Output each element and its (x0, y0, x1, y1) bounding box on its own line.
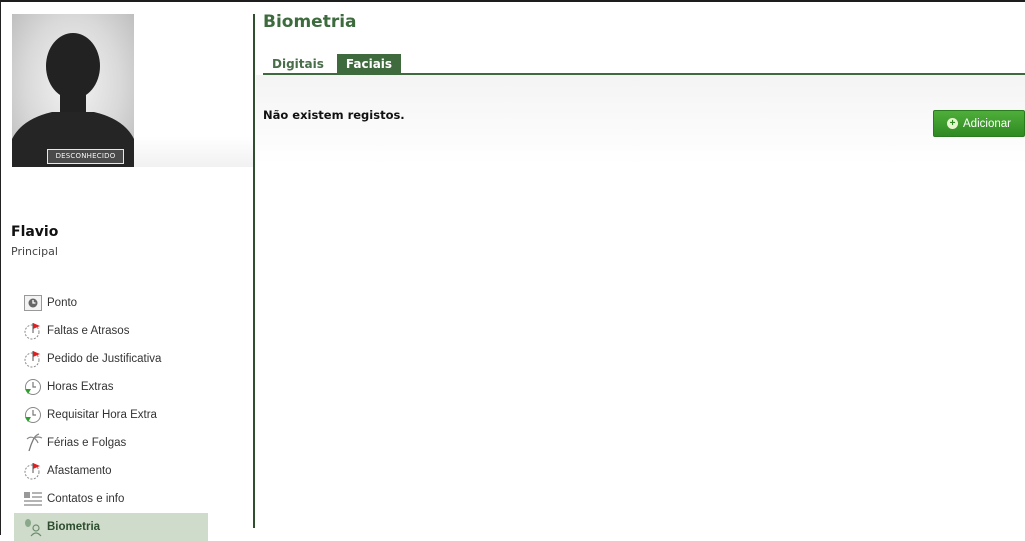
sidebar-item-label: Afastamento (47, 465, 112, 477)
sidebar-item-horas-extras[interactable]: Horas Extras (14, 373, 208, 401)
sidebar-item-ferias-e-folgas[interactable]: Férias e Folgas (14, 429, 208, 457)
contact-list-icon (23, 489, 43, 509)
user-name: Flavio (11, 224, 59, 240)
sidebar-item-faltas-e-atrasos[interactable]: Faltas e Atrasos (14, 317, 208, 345)
left-border (0, 0, 1, 535)
unknown-badge: DESCONHECIDO (47, 149, 124, 164)
tab-bar: Digitais Faciais (263, 54, 402, 74)
profile-background (134, 14, 253, 167)
sidebar-item-label: Ponto (47, 297, 78, 309)
clock-flag-red-icon (23, 321, 43, 341)
sidebar-item-afastamento[interactable]: Afastamento (14, 457, 208, 485)
sidebar-item-biometria[interactable]: Biometria (14, 513, 208, 541)
palm-tree-icon (23, 433, 43, 453)
clock-flag-red-icon (23, 349, 43, 369)
sidebar-item-label: Biometria (47, 521, 101, 533)
sidebar-item-label: Faltas e Atrasos (47, 325, 130, 337)
clock-arrow-green-icon (23, 405, 43, 425)
plus-circle-icon: + (947, 118, 959, 129)
clock-flag-red-icon (23, 461, 43, 481)
sidebar-item-requisitar-hora-extra[interactable]: Requisitar Hora Extra (14, 401, 208, 429)
sidebar-item-label: Pedido de Justificativa (47, 353, 162, 365)
sidebar-menu: Ponto Faltas e Atrasos Pedido de Justifi… (14, 289, 208, 541)
clock-box-icon (23, 293, 43, 313)
fingerprint-person-icon (23, 517, 43, 537)
tab-faciais[interactable]: Faciais (336, 54, 402, 74)
add-button[interactable]: + Adicionar (933, 110, 1025, 137)
page-title: Biometria (263, 12, 357, 32)
profile-photo: DESCONHECIDO (12, 14, 134, 167)
sidebar-item-ponto[interactable]: Ponto (14, 289, 208, 317)
empty-state-message: Não existem registos. (263, 108, 405, 122)
clock-arrow-green-icon (23, 377, 43, 397)
tab-digitais[interactable]: Digitais (263, 54, 333, 74)
sidebar-item-contatos-e-info[interactable]: Contatos e info (14, 485, 208, 513)
sidebar-item-label: Férias e Folgas (47, 437, 127, 449)
user-role: Principal (11, 245, 58, 258)
sidebar-item-pedido-de-justificativa[interactable]: Pedido de Justificativa (14, 345, 208, 373)
avatar-silhouette-icon (12, 33, 134, 167)
sidebar-item-label: Requisitar Hora Extra (47, 409, 157, 421)
sidebar-item-label: Contatos e info (47, 493, 125, 505)
vertical-divider (253, 14, 255, 528)
sidebar-item-label: Horas Extras (47, 381, 114, 393)
add-button-label: Adicionar (963, 117, 1011, 130)
